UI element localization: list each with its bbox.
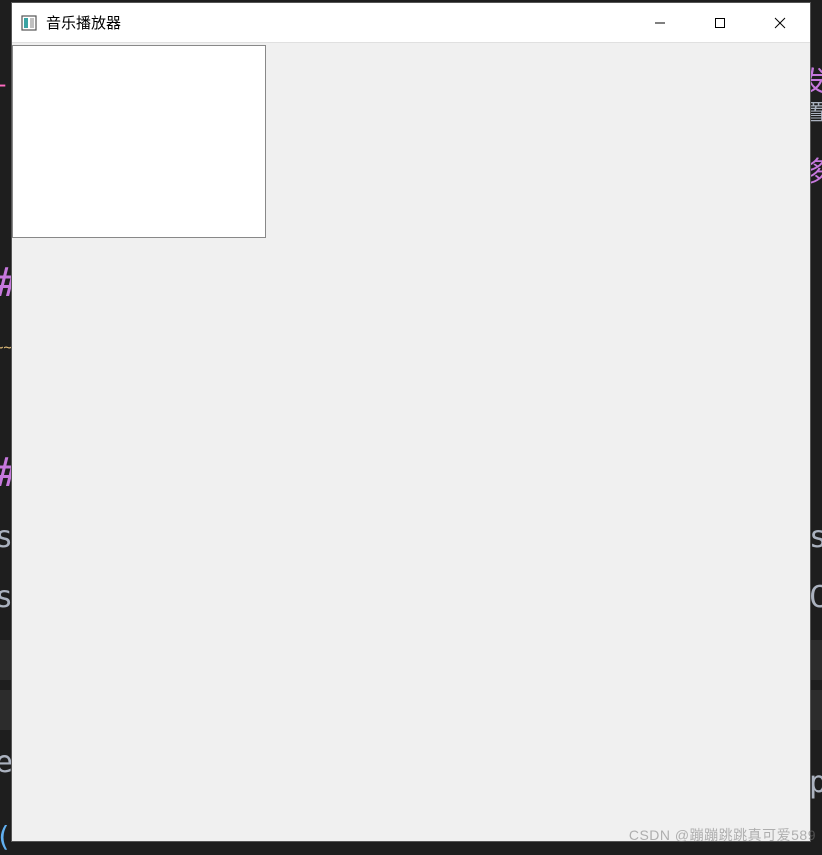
app-icon	[20, 14, 38, 32]
client-area	[12, 43, 810, 841]
app-window: 音乐播放器	[11, 2, 811, 842]
close-button[interactable]	[750, 3, 810, 42]
minimize-button[interactable]	[630, 3, 690, 42]
window-controls	[630, 3, 810, 42]
content-panel	[12, 45, 266, 238]
maximize-button[interactable]	[690, 3, 750, 42]
titlebar[interactable]: 音乐播放器	[12, 3, 810, 43]
window-title: 音乐播放器	[46, 12, 121, 33]
